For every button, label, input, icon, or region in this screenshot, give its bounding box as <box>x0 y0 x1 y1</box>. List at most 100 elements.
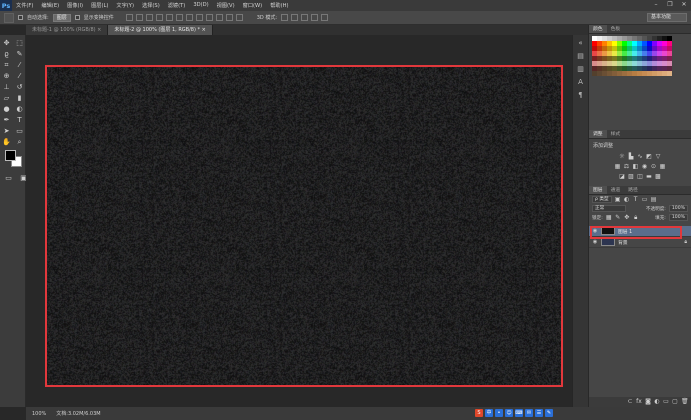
blend-mode-dropdown[interactable]: 正常 <box>592 205 626 212</box>
lasso-tool-icon[interactable]: ϱ <box>1 49 12 59</box>
document-tab[interactable]: 未标题-1 @ 100% (RGB/8) × <box>26 25 108 35</box>
color-swatch[interactable] <box>667 71 672 76</box>
3d-pan-icon[interactable] <box>301 14 308 21</box>
blur-tool-icon[interactable]: ● <box>1 104 12 114</box>
distribute-top-icon[interactable] <box>186 14 193 21</box>
3d-roll-icon[interactable] <box>291 14 298 21</box>
zoom-tool-icon[interactable]: ⌕ <box>14 137 25 147</box>
menu-item[interactable]: 编辑(E) <box>37 2 63 9</box>
ime-tray-icon[interactable]: 中 <box>485 409 493 417</box>
invert-icon[interactable]: ◪ <box>619 174 625 180</box>
lock-transparent-icon[interactable]: ▦ <box>606 215 612 221</box>
menu-item[interactable]: 文字(Y) <box>112 2 138 9</box>
new-adjustment-icon[interactable]: ◐ <box>654 399 660 405</box>
adjustments-tab[interactable]: 样式 <box>607 130 625 138</box>
menu-item[interactable]: 图像(I) <box>63 2 87 9</box>
document-tab[interactable]: 未标题-2 @ 100% (图层 1, RGB/8) * × <box>108 25 212 35</box>
align-middle-icon[interactable] <box>136 14 143 21</box>
clone-stamp-tool-icon[interactable]: ⊥ <box>1 82 12 92</box>
history-brush-tool-icon[interactable]: ↺ <box>14 82 25 92</box>
align-bottom-icon[interactable] <box>146 14 153 21</box>
align-top-icon[interactable] <box>126 14 133 21</box>
lock-pixels-icon[interactable]: ✎ <box>615 215 621 221</box>
quick-select-tool-icon[interactable]: ✎ <box>14 49 25 59</box>
lock-position-icon[interactable]: ✥ <box>624 215 630 221</box>
add-mask-icon[interactable]: ◙ <box>645 399 651 405</box>
align-center-icon[interactable] <box>166 14 173 21</box>
delete-layer-icon[interactable]: 🗑︎ <box>681 399 687 405</box>
foreground-color[interactable] <box>5 150 16 161</box>
layer-name[interactable]: 背景 <box>618 239 628 246</box>
layer-kind-dropdown[interactable]: ρ 类型 <box>592 196 612 203</box>
menu-item[interactable]: 帮助(H) <box>266 2 292 9</box>
hand-tool-icon[interactable]: ✋ <box>1 137 12 147</box>
filter-adjust-icon[interactable]: ◐ <box>624 197 630 203</box>
quick-mask-icon[interactable]: ▭ <box>3 173 14 183</box>
3d-rotate-icon[interactable] <box>281 14 288 21</box>
layers-tab[interactable]: 图层 <box>589 186 607 194</box>
document-canvas[interactable] <box>46 66 561 386</box>
ime-tray-icon[interactable]: • <box>495 409 503 417</box>
menu-item[interactable]: 滤镜(T) <box>164 2 190 9</box>
fill-input[interactable]: 100% <box>669 214 688 221</box>
properties-panel-icon[interactable]: ▥ <box>576 64 586 74</box>
selective-color-icon[interactable]: ▩ <box>655 174 661 180</box>
auto-select-dropdown[interactable]: 图层 <box>53 14 71 22</box>
auto-select-checkbox[interactable] <box>18 15 23 20</box>
link-layers-icon[interactable]: ⊂ <box>627 399 633 405</box>
new-group-icon[interactable]: ▭ <box>663 399 669 405</box>
menu-item[interactable]: 视图(V) <box>213 2 239 9</box>
black-white-icon[interactable]: ◧ <box>633 164 639 170</box>
workspace-dropdown[interactable]: 基本功能 <box>647 13 687 22</box>
move-tool-preset-icon[interactable] <box>4 13 14 23</box>
layers-tab[interactable]: 路径 <box>624 186 642 194</box>
align-left-icon[interactable] <box>156 14 163 21</box>
eraser-tool-icon[interactable]: ▱ <box>1 93 12 103</box>
levels-icon[interactable]: ▙ <box>628 154 634 160</box>
close-button[interactable]: ✕ <box>680 1 688 9</box>
document-size[interactable]: 文档:3.02M/6.03M <box>56 410 100 417</box>
swatches-tab[interactable]: 色板 <box>607 25 625 33</box>
dodge-tool-icon[interactable]: ◐ <box>14 104 25 114</box>
ime-tray-icon[interactable]: S <box>475 409 483 417</box>
marquee-tool-icon[interactable]: ⬚ <box>14 38 25 48</box>
color-swatches[interactable] <box>5 150 23 168</box>
restore-button[interactable]: ❐ <box>666 1 674 9</box>
character-panel-icon[interactable]: A <box>576 77 586 87</box>
pen-tool-icon[interactable]: ✒ <box>1 115 12 125</box>
path-select-tool-icon[interactable]: ➤ <box>1 126 12 136</box>
paragraph-panel-icon[interactable]: ¶ <box>576 90 586 100</box>
distribute-center-icon[interactable] <box>226 14 233 21</box>
ime-tray-icon[interactable]: ⌨ <box>515 409 523 417</box>
move-tool-icon[interactable]: ✥ <box>1 38 12 48</box>
3d-slide-icon[interactable] <box>311 14 318 21</box>
rectangle-tool-icon[interactable]: ▭ <box>14 126 25 136</box>
lock-all-icon[interactable]: 🔒︎ <box>633 215 639 221</box>
menu-item[interactable]: 3D(D) <box>189 2 212 9</box>
ime-tray-icon[interactable]: ✎ <box>545 409 553 417</box>
swatches-tab[interactable]: 颜色 <box>589 25 607 33</box>
filter-pixel-icon[interactable]: ▣ <box>615 197 621 203</box>
swatch-grid[interactable] <box>592 36 688 76</box>
align-right-icon[interactable] <box>176 14 183 21</box>
eyedropper-tool-icon[interactable]: ⁄ <box>14 60 25 70</box>
gradient-tool-icon[interactable]: ▮ <box>14 93 25 103</box>
menu-item[interactable]: 窗口(W) <box>239 2 267 9</box>
show-transform-checkbox[interactable] <box>75 15 80 20</box>
distribute-middle-icon[interactable] <box>196 14 203 21</box>
layers-tab[interactable]: 通道 <box>607 186 625 194</box>
channel-mixer-icon[interactable]: ⊙ <box>651 164 657 170</box>
color-balance-icon[interactable]: ⚖ <box>624 164 630 170</box>
menu-item[interactable]: 选择(S) <box>138 2 164 9</box>
zoom-level[interactable]: 100% <box>32 411 46 417</box>
photo-filter-icon[interactable]: ◉ <box>642 164 648 170</box>
menu-item[interactable]: 图层(L) <box>87 2 112 9</box>
distribute-bottom-icon[interactable] <box>206 14 213 21</box>
history-panel-icon[interactable]: ▤ <box>576 51 586 61</box>
crop-tool-icon[interactable]: ⌗ <box>1 60 12 70</box>
visibility-eye-icon[interactable]: ◉ <box>592 239 598 245</box>
type-tool-icon[interactable]: T <box>14 115 25 125</box>
distribute-right-icon[interactable] <box>236 14 243 21</box>
ime-tray-icon[interactable]: ✉ <box>525 409 533 417</box>
posterize-icon[interactable]: ▨ <box>628 174 634 180</box>
